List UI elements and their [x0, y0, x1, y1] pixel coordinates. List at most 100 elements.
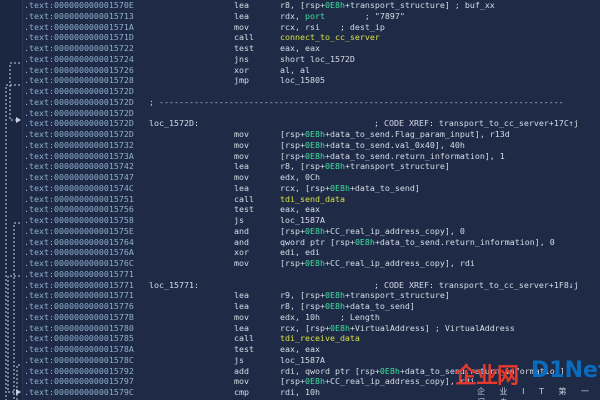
- line-address[interactable]: .text:000000000001573A: [24, 151, 134, 162]
- line-address[interactable]: .text:0000000000015771: [24, 280, 134, 291]
- line-address[interactable]: .text:000000000001578A: [24, 344, 134, 355]
- disasm-line[interactable]: .text:0000000000015780 lea rcx, [rsp+0E8h+…: [24, 323, 600, 334]
- disasm-line[interactable]: .text:000000000001571D call connect_to_cc_…: [24, 32, 600, 43]
- disasm-line[interactable]: .text:0000000000015726 xor al, al: [24, 65, 600, 76]
- disasm-line[interactable]: .text:000000000001574C lea rcx, [rsp+0E8h+…: [24, 183, 600, 194]
- line-address[interactable]: .text:000000000001572D: [24, 86, 134, 97]
- disasm-line[interactable]: .text:000000000001572D: [24, 86, 600, 97]
- stack-offset-operand[interactable]: 0E8h: [325, 161, 345, 171]
- line-address[interactable]: .text:000000000001571D: [24, 32, 134, 43]
- line-address[interactable]: .text:0000000000015771: [24, 290, 134, 301]
- disasm-line[interactable]: .text:0000000000015756 test eax, eax: [24, 204, 600, 215]
- line-address[interactable]: .text:000000000001576A: [24, 247, 134, 258]
- stack-offset-operand[interactable]: 0E8h: [380, 366, 400, 376]
- stack-offset-operand[interactable]: 0E8h: [330, 183, 350, 193]
- stack-offset-operand[interactable]: 0E8h: [305, 258, 325, 268]
- stack-offset-operand[interactable]: 0E8h: [305, 226, 325, 236]
- disasm-line[interactable]: .text:0000000000015771 lea r9, [rsp+0E8h+t…: [24, 290, 600, 301]
- line-address[interactable]: .text:0000000000015797: [24, 376, 134, 387]
- disasm-line[interactable]: .text:000000000001573A mov [rsp+0E8h+data_…: [24, 151, 600, 162]
- instruction-operands: tdi_receive_data: [280, 333, 360, 344]
- disasm-line[interactable]: .text:0000000000015713 lea rdx, port ; "78…: [24, 11, 600, 22]
- line-address[interactable]: .text:000000000001572D: [24, 129, 134, 140]
- line-address[interactable]: .text:0000000000015764: [24, 237, 134, 248]
- code-label[interactable]: loc_15771:: [149, 280, 199, 291]
- disasm-line[interactable]: .text:000000000001572D ; ----------------…: [24, 97, 600, 108]
- stack-offset-operand[interactable]: 0E8h: [325, 0, 345, 10]
- line-address[interactable]: .text:0000000000015726: [24, 65, 134, 76]
- disasm-line[interactable]: .text:0000000000015785 call tdi_receive_da…: [24, 333, 600, 344]
- stack-offset-operand[interactable]: 0E8h: [305, 129, 325, 139]
- instruction-mnemonic: mov: [234, 172, 249, 182]
- stack-offset-operand[interactable]: 0E8h: [305, 376, 325, 386]
- disasm-line[interactable]: .text:000000000001576A xor edi, edi: [24, 247, 600, 258]
- disasm-line[interactable]: .text:0000000000015724 jns short loc_1572D: [24, 54, 600, 65]
- line-address[interactable]: .text:0000000000015756: [24, 204, 134, 215]
- call-target[interactable]: tdi_receive_data: [280, 333, 360, 343]
- call-target[interactable]: connect_to_cc_server: [280, 32, 380, 42]
- stack-offset-operand[interactable]: 0E8h: [330, 323, 350, 333]
- line-address[interactable]: .text:0000000000015732: [24, 140, 134, 151]
- disasm-line[interactable]: .text:000000000001576C mov [rsp+0E8h+CC_re…: [24, 258, 600, 269]
- disasm-line[interactable]: .text:000000000001572D loc_1572D: ; CODE X…: [24, 118, 600, 129]
- line-address[interactable]: .text:0000000000015758: [24, 215, 134, 226]
- line-address[interactable]: .text:000000000001572D: [24, 108, 134, 119]
- line-address[interactable]: .text:000000000001575E: [24, 226, 134, 237]
- instruction-mnemonic: mov: [234, 258, 249, 268]
- stack-offset-operand[interactable]: 0E8h: [325, 301, 345, 311]
- stack-offset-operand[interactable]: 0E8h: [355, 237, 375, 247]
- disasm-line[interactable]: .text:0000000000015764 and qword ptr [rsp+…: [24, 237, 600, 248]
- stack-offset-operand[interactable]: 0E8h: [325, 290, 345, 300]
- line-address[interactable]: .text:0000000000015785: [24, 333, 134, 344]
- stack-offset-operand[interactable]: 0E8h: [305, 151, 325, 161]
- line-address[interactable]: .text:0000000000015751: [24, 194, 134, 205]
- disasm-line[interactable]: .text:000000000001572D: [24, 108, 600, 119]
- disasm-line[interactable]: .text:000000000001572D mov [rsp+0E8h+data_…: [24, 129, 600, 140]
- operand-text: rdi, 10h: [280, 387, 320, 397]
- line-address[interactable]: .text:0000000000015776: [24, 301, 134, 312]
- line-address[interactable]: .text:0000000000015724: [24, 54, 134, 65]
- instruction-mnemonic: call: [234, 32, 254, 43]
- xref-comment[interactable]: ; CODE XREF: transport_to_cc_server+1F8↓…: [374, 280, 579, 291]
- line-address[interactable]: .text:0000000000015722: [24, 43, 134, 54]
- line-address[interactable]: .text:0000000000015728: [24, 75, 134, 86]
- data-symbol-operand[interactable]: port: [305, 11, 325, 21]
- line-address[interactable]: .text:0000000000015771: [24, 269, 134, 280]
- line-address[interactable]: .text:0000000000015747: [24, 172, 134, 183]
- disassembly-listing[interactable]: .text:000000000001570E lea r8, [rsp+0E8h+t…: [24, 0, 600, 400]
- line-address[interactable]: .text:000000000001577B: [24, 312, 134, 323]
- line-address[interactable]: .text:000000000001578C: [24, 355, 134, 366]
- disasm-line[interactable]: .text:0000000000015747 mov edx, 0Ch: [24, 172, 600, 183]
- disasm-line[interactable]: .text:0000000000015722 test eax, eax: [24, 43, 600, 54]
- line-address[interactable]: .text:000000000001574C: [24, 183, 134, 194]
- stack-offset-operand[interactable]: 0E8h: [305, 140, 325, 150]
- disasm-line[interactable]: .text:000000000001575E and [rsp+0E8h+CC_re…: [24, 226, 600, 237]
- line-address[interactable]: .text:000000000001570E: [24, 0, 134, 11]
- disasm-line[interactable]: .text:0000000000015732 mov [rsp+0E8h+data_…: [24, 140, 600, 151]
- disasm-line[interactable]: .text:000000000001570E lea r8, [rsp+0E8h+t…: [24, 0, 600, 11]
- disasm-line[interactable]: .text:0000000000015751 call tdi_send_data: [24, 194, 600, 205]
- disasm-line[interactable]: .text:000000000001577B mov edx, 10h ; Leng…: [24, 312, 600, 323]
- disasm-line[interactable]: .text:000000000001578A test eax, eax: [24, 344, 600, 355]
- disasm-line[interactable]: .text:0000000000015771: [24, 269, 600, 280]
- line-address[interactable]: .text:000000000001579C: [24, 387, 134, 398]
- disasm-line[interactable]: .text:0000000000015776 lea r8, [rsp+0E8h+d…: [24, 301, 600, 312]
- disasm-line[interactable]: .text:0000000000015728 jmp loc_15805: [24, 75, 600, 86]
- watermark-subtitle: 企 业 I T 第 一 门 户: [477, 387, 595, 400]
- code-label[interactable]: loc_1572D:: [149, 118, 199, 129]
- line-address[interactable]: .text:000000000001571A: [24, 22, 134, 33]
- line-address[interactable]: .text:000000000001576C: [24, 258, 134, 269]
- disasm-line[interactable]: .text:0000000000015771 loc_15771: ; CODE X…: [24, 280, 600, 291]
- line-address[interactable]: .text:0000000000015742: [24, 161, 134, 172]
- disasm-line[interactable]: .text:0000000000015758 js loc_1587A: [24, 215, 600, 226]
- line-address[interactable]: .text:000000000001572D: [24, 97, 134, 108]
- disasm-line[interactable]: .text:0000000000015742 lea r8, [rsp+0E8h+t…: [24, 161, 600, 172]
- line-address[interactable]: .text:0000000000015713: [24, 11, 134, 22]
- watermark-d1net-text: D1Net: [531, 358, 600, 383]
- xref-comment[interactable]: ; CODE XREF: transport_to_cc_server+17C↑…: [374, 118, 579, 129]
- line-address[interactable]: .text:0000000000015792: [24, 366, 134, 377]
- disasm-line[interactable]: .text:000000000001571A mov rcx, rsi ; dest…: [24, 22, 600, 33]
- line-address[interactable]: .text:0000000000015780: [24, 323, 134, 334]
- line-address[interactable]: .text:000000000001572D: [24, 118, 134, 129]
- call-target[interactable]: tdi_send_data: [280, 194, 345, 204]
